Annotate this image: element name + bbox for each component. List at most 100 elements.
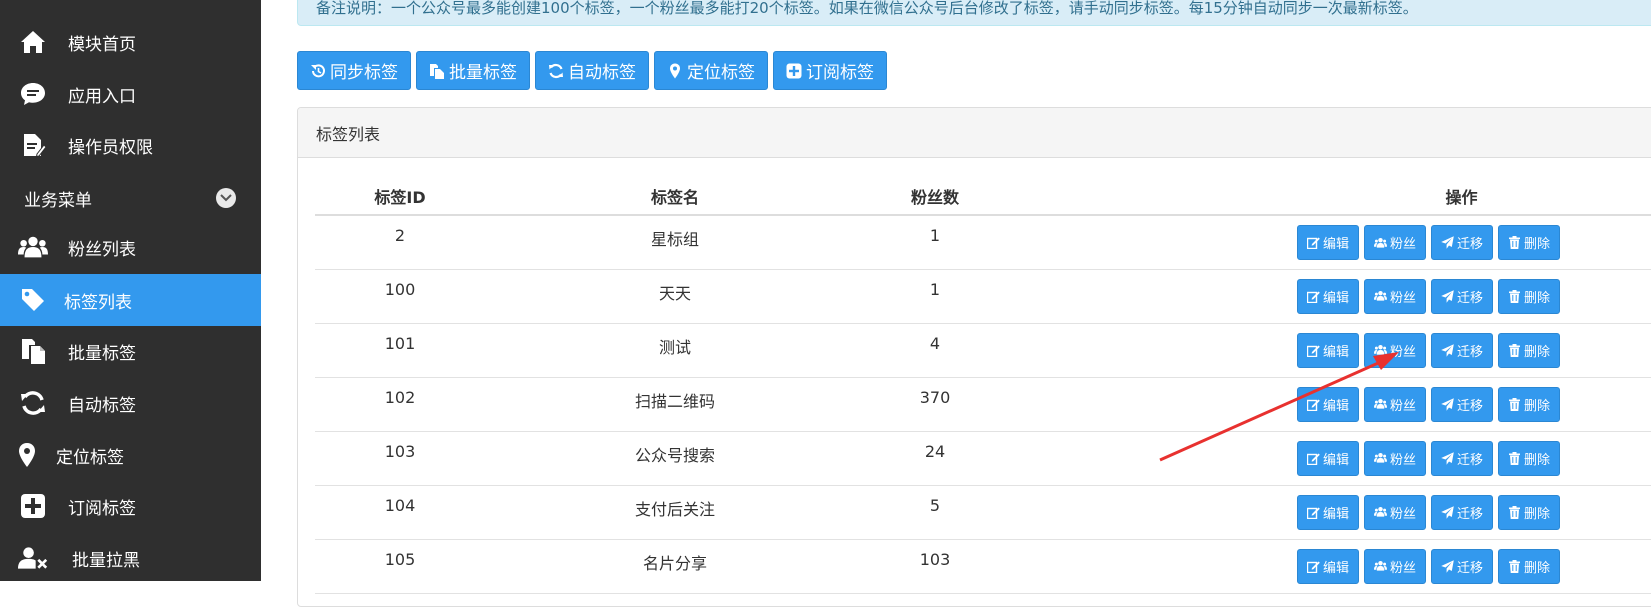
fans-button[interactable]: 粉丝: [1364, 386, 1427, 422]
table-row: 100 天天 1 编辑 粉丝 迁移 删除: [315, 269, 1651, 324]
fans-button[interactable]: 粉丝: [1364, 440, 1427, 476]
trash-icon: [1508, 397, 1521, 411]
edit-button[interactable]: 编辑: [1297, 548, 1360, 584]
fans-button[interactable]: 粉丝: [1364, 494, 1427, 530]
button-label: 编辑: [1323, 290, 1350, 306]
users-icon: [1374, 506, 1388, 519]
fans-button[interactable]: 粉丝: [1364, 278, 1427, 314]
sidebar-item-tag-list[interactable]: 标签列表: [0, 274, 261, 326]
location-tags-button[interactable]: 定位标签: [654, 51, 768, 90]
delete-button[interactable]: 删除: [1498, 278, 1561, 314]
sidebar-item-home[interactable]: 模块首页: [0, 16, 261, 68]
migrate-button[interactable]: 迁移: [1431, 278, 1494, 314]
migrate-button[interactable]: 迁移: [1431, 225, 1494, 260]
cell-tag-name: 扫描二维码: [485, 377, 865, 432]
refresh-icon: [548, 63, 564, 79]
cell-tag-id: 105: [315, 539, 485, 594]
button-label: 删除: [1524, 506, 1551, 522]
edit-button[interactable]: 编辑: [1297, 332, 1360, 368]
button-label: 编辑: [1323, 237, 1350, 252]
button-label: 粉丝: [1390, 237, 1417, 252]
fans-button[interactable]: 粉丝: [1364, 332, 1427, 368]
auto-tags-button[interactable]: 自动标签: [535, 51, 649, 90]
users-icon: [1374, 560, 1388, 573]
sidebar-item-app-entry[interactable]: 应用入口: [0, 68, 261, 120]
user-times-icon: [18, 543, 48, 573]
column-header-tag-name: 标签名: [485, 178, 865, 216]
sidebar-item-label: 操作员权限: [68, 137, 153, 158]
home-icon: [18, 27, 48, 57]
edit-icon: [1307, 398, 1320, 411]
sidebar-item-batch-blacklist[interactable]: 批量拉黑: [0, 532, 261, 584]
migrate-button[interactable]: 迁移: [1431, 548, 1494, 584]
sidebar-item-label: 模块首页: [68, 34, 136, 55]
fans-button[interactable]: 粉丝: [1364, 225, 1427, 260]
delete-button[interactable]: 删除: [1498, 440, 1561, 476]
sidebar-item-subscribe-tags[interactable]: 订阅标签: [0, 480, 261, 532]
edit-button[interactable]: 编辑: [1297, 494, 1360, 530]
edit-button[interactable]: 编辑: [1297, 225, 1360, 260]
migrate-button[interactable]: 迁移: [1431, 440, 1494, 476]
send-icon: [1441, 559, 1454, 573]
sidebar-item-location-tags[interactable]: 定位标签: [0, 429, 261, 481]
delete-button[interactable]: 删除: [1498, 548, 1561, 584]
migrate-button[interactable]: 迁移: [1431, 332, 1494, 368]
cell-tag-id: 104: [315, 485, 485, 540]
edit-button[interactable]: 编辑: [1297, 386, 1360, 422]
delete-button[interactable]: 删除: [1498, 332, 1561, 368]
cell-tag-name: 测试: [485, 323, 865, 378]
button-label: 删除: [1524, 452, 1551, 468]
sidebar-section-business[interactable]: 业务菜单: [0, 180, 261, 216]
cell-tag-name: 天天: [485, 269, 865, 324]
trash-icon: [1508, 559, 1521, 573]
button-label: 删除: [1524, 344, 1551, 360]
send-icon: [1441, 451, 1454, 465]
cell-tag-id: 101: [315, 323, 485, 378]
batch-tags-button[interactable]: 批量标签: [416, 51, 530, 90]
edit-icon: [1307, 560, 1320, 573]
plus-square-icon: [18, 491, 48, 521]
cell-tag-name: 公众号搜索: [485, 431, 865, 486]
button-label: 批量标签: [449, 63, 517, 83]
edit-button[interactable]: 编辑: [1297, 278, 1360, 314]
button-label: 定位标签: [687, 63, 755, 83]
cell-tag-id: 103: [315, 431, 485, 486]
sidebar-item-auto-tags[interactable]: 自动标签: [0, 377, 261, 429]
tag-list-panel: 标签列表 标签ID 标签名 粉丝数 操作 2 星标组 1 编辑 粉丝 迁移 删除 100 天天 1…: [297, 107, 1651, 607]
delete-button[interactable]: 删除: [1498, 225, 1561, 260]
cell-fans-count: 5: [865, 485, 1005, 540]
send-icon: [1441, 505, 1454, 519]
cell-fans-count: 103: [865, 539, 1005, 594]
plus-square-icon: [786, 63, 802, 79]
edit-button[interactable]: 编辑: [1297, 440, 1360, 476]
trash-icon: [1508, 343, 1521, 357]
table-row: 102 扫描二维码 370 编辑 粉丝 迁移 删除: [315, 377, 1651, 432]
table-row: 104 支付后关注 5 编辑 粉丝 迁移 删除: [315, 485, 1651, 540]
sidebar-item-batch-tags[interactable]: 批量标签: [0, 325, 261, 377]
delete-button[interactable]: 删除: [1498, 386, 1561, 422]
subscribe-tags-button[interactable]: 订阅标签: [773, 51, 887, 90]
migrate-button[interactable]: 迁移: [1431, 386, 1494, 422]
fans-button[interactable]: 粉丝: [1364, 548, 1427, 584]
button-label: 粉丝: [1390, 398, 1417, 414]
table-header-row: 标签ID 标签名 粉丝数 操作: [315, 178, 1651, 216]
delete-button[interactable]: 删除: [1498, 494, 1561, 530]
row-action-group: 编辑 粉丝 迁移 删除: [1297, 278, 1651, 314]
row-action-group: 编辑 粉丝 迁移 删除: [1297, 548, 1651, 584]
column-header-tag-id: 标签ID: [315, 178, 485, 216]
sidebar-item-operator-permissions[interactable]: 操作员权限: [0, 119, 261, 171]
button-label: 粉丝: [1390, 506, 1417, 522]
button-label: 删除: [1524, 237, 1551, 252]
table-row: 103 公众号搜索 24 编辑 粉丝 迁移 删除: [315, 431, 1651, 486]
edit-doc-icon: [18, 130, 48, 160]
migrate-button[interactable]: 迁移: [1431, 494, 1494, 530]
sync-tags-button[interactable]: 同步标签: [297, 51, 411, 90]
button-label: 迁移: [1457, 344, 1484, 360]
chevron-down-icon[interactable]: [216, 188, 236, 208]
sidebar-item-label: 自动标签: [68, 395, 136, 416]
users-icon: [18, 232, 48, 262]
trash-icon: [1508, 451, 1521, 465]
cell-actions: 编辑 粉丝 迁移 删除: [1005, 539, 1651, 594]
cell-actions: 编辑 粉丝 迁移 删除: [1005, 431, 1651, 486]
sidebar-item-fans-list[interactable]: 粉丝列表: [0, 221, 261, 273]
